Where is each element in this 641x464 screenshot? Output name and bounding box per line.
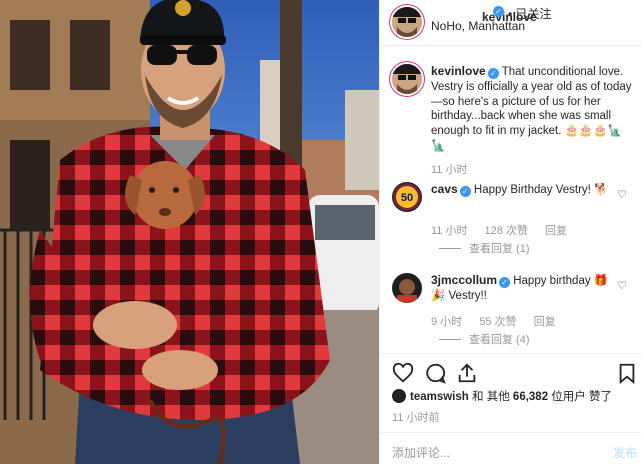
comment-author[interactable]: cavs xyxy=(431,182,458,196)
avatar-image xyxy=(392,273,422,303)
comment-like-heart-icon[interactable]: ♡ xyxy=(617,279,627,292)
view-replies-link[interactable]: 查看回复 (1) xyxy=(439,240,530,256)
bookmark-icon[interactable] xyxy=(616,362,638,384)
comment-timestamp: 11 小时 xyxy=(431,225,468,237)
heart-icon[interactable] xyxy=(392,362,414,384)
comment-reply-button[interactable]: 回复 xyxy=(545,225,567,237)
add-comment-bar: 添加评论... 发布 xyxy=(380,432,641,464)
post-timestamp: 11 小时前 xyxy=(392,412,440,424)
comment-meta: 11 小时 128 次赞 回复 xyxy=(431,222,581,238)
comment-item: 3jmccollum ✓ Happy birthday 🎁🎉 Vestry!! ♡… xyxy=(380,273,641,348)
share-icon[interactable] xyxy=(456,362,478,384)
likes-suffix: 位用户 赞了 xyxy=(551,391,613,403)
commenter-avatar[interactable] xyxy=(392,273,422,303)
caption-body: kevinlove ✓ That unconditional love. Vest… xyxy=(431,64,634,154)
verified-badge-icon: ✓ xyxy=(499,277,511,288)
verified-badge-icon: ✓ xyxy=(487,68,499,79)
comment-like-heart-icon[interactable]: ♡ xyxy=(617,188,627,201)
likes-summary: teamswish 和 其他 66,382 位用户 赞了 xyxy=(392,388,612,404)
post-photo[interactable] xyxy=(0,0,379,464)
comment-like-count[interactable]: 55 次赞 xyxy=(479,316,516,328)
verified-badge-icon: ✓ xyxy=(493,6,504,17)
likes-count[interactable]: 66,382 xyxy=(513,391,548,403)
caption-text: That unconditional love. Vestry is offic… xyxy=(431,66,632,152)
post-comment-button[interactable]: 发布 xyxy=(613,444,637,461)
author-avatar[interactable] xyxy=(392,7,422,37)
caption-timestamp: 11 小时 xyxy=(431,164,468,176)
comment-body: cavs ✓ Happy Birthday Vestry! 🐕 xyxy=(431,182,611,198)
comment-body: 3jmccollum ✓ Happy birthday 🎁🎉 Vestry!! xyxy=(431,273,611,304)
view-replies-link[interactable]: 查看回复 (4) xyxy=(439,331,530,347)
caption-author[interactable]: kevinlove xyxy=(431,64,486,78)
comment-item: 50 cavs ✓ Happy Birthday Vestry! 🐕 ♡ 11 小… xyxy=(380,182,641,262)
commenter-avatar[interactable]: 50 xyxy=(392,182,422,212)
post-header: kevinlove ✓ • 已关注 NoHo, Manhattan xyxy=(380,0,641,46)
likes-middle-text: 和 其他 xyxy=(472,391,510,403)
verified-badge-icon: ✓ xyxy=(459,186,471,197)
comment-timestamp: 9 小时 xyxy=(431,316,463,328)
post-action-bar xyxy=(380,353,641,389)
liker-username[interactable]: teamswish xyxy=(410,391,469,403)
post-side-panel: kevinlove ✓ • 已关注 NoHo, Manhattan kevinl… xyxy=(379,0,641,464)
cavs-avatar-text: 50 xyxy=(401,192,413,204)
comment-text: Happy Birthday Vestry! 🐕 xyxy=(473,184,609,196)
cavs-logo-icon: 50 xyxy=(393,183,421,211)
add-comment-input[interactable]: 添加评论... xyxy=(392,444,450,461)
liker-avatar[interactable] xyxy=(392,389,406,403)
avatar-image xyxy=(392,7,422,37)
comment-author[interactable]: 3jmccollum xyxy=(431,273,497,287)
caption-author-avatar[interactable] xyxy=(392,64,422,94)
photo-man-holding-puppy xyxy=(0,0,379,464)
comment-meta: 9 小时 55 次赞 回复 xyxy=(431,313,570,329)
post-location[interactable]: NoHo, Manhattan xyxy=(431,19,525,33)
avatar-image xyxy=(392,64,422,94)
comment-bubble-icon[interactable] xyxy=(424,362,446,384)
post-caption: kevinlove ✓ That unconditional love. Vest… xyxy=(380,56,641,181)
comment-like-count[interactable]: 128 次赞 xyxy=(485,225,528,237)
comment-reply-button[interactable]: 回复 xyxy=(534,316,556,328)
